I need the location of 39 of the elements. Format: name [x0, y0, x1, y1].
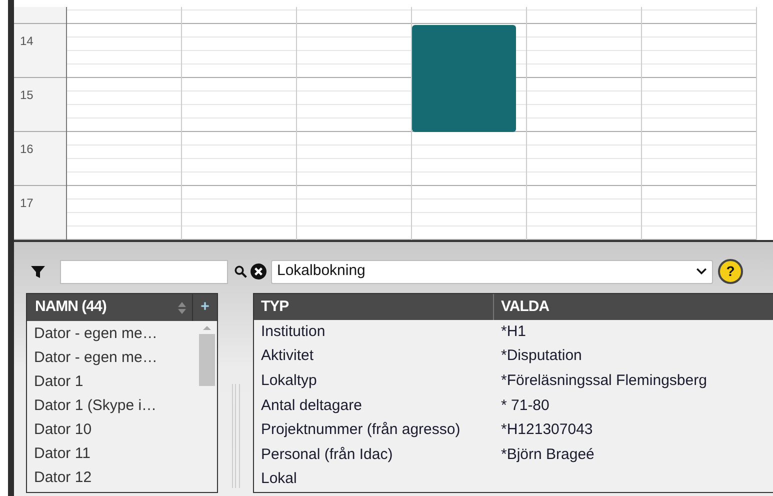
list-item[interactable]: Dator 1 (Skype i…	[34, 394, 198, 418]
help-button[interactable]: ?	[718, 259, 743, 284]
list-item[interactable]: Dator 10	[34, 418, 198, 442]
search-field[interactable]	[60, 260, 228, 284]
filter-icon[interactable]	[30, 264, 46, 280]
hour-label: 16	[20, 142, 34, 156]
type-dropdown[interactable]: Lokalbokning	[271, 260, 713, 284]
chevron-down-icon	[696, 268, 707, 275]
table-cell: *H1	[501, 322, 526, 340]
table-cell: Aktivitet	[261, 347, 314, 364]
day-column[interactable]	[412, 7, 527, 240]
add-button[interactable]: +	[192, 294, 217, 321]
column-header[interactable]: VALDA	[494, 294, 773, 320]
list-item[interactable]: Dator - egen me…	[34, 346, 198, 370]
hour-label: 14	[20, 34, 34, 48]
table-cell: Lokal	[261, 470, 297, 488]
table-cell: Lokaltyp	[261, 372, 317, 389]
scroll-up-icon[interactable]	[202, 326, 210, 330]
search-icon[interactable]	[234, 265, 247, 278]
table-cell: *Föreläsningssal Flemingsberg	[501, 372, 707, 389]
table-cell: Antal deltagare	[261, 396, 362, 414]
table-cell: * 71-80	[501, 396, 550, 414]
list-item[interactable]: Dator 11	[34, 442, 198, 466]
column-header[interactable]: NAMN (44)	[27, 296, 178, 319]
hour-label: 15	[20, 88, 34, 102]
hour-label: 17	[20, 196, 34, 210]
column-header[interactable]: TYP	[254, 294, 494, 320]
list-item[interactable]: Dator 1	[34, 370, 198, 394]
table-cell: Projektnummer (från agresso)	[261, 421, 460, 438]
list-item[interactable]: Dator - egen me…	[34, 322, 198, 346]
splitter-handle[interactable]	[232, 384, 240, 488]
table-cell: Personal (från Idac)	[261, 446, 393, 463]
table-cell: *H121307043	[501, 421, 593, 438]
clear-icon[interactable]	[250, 263, 267, 280]
table-cell: *Disputation	[501, 347, 582, 364]
table-cell: Institution	[261, 322, 326, 340]
list-item[interactable]: Dator 12	[34, 466, 198, 490]
table-cell: *Björn Brageé	[501, 446, 594, 463]
sort-icon[interactable]	[178, 302, 186, 314]
